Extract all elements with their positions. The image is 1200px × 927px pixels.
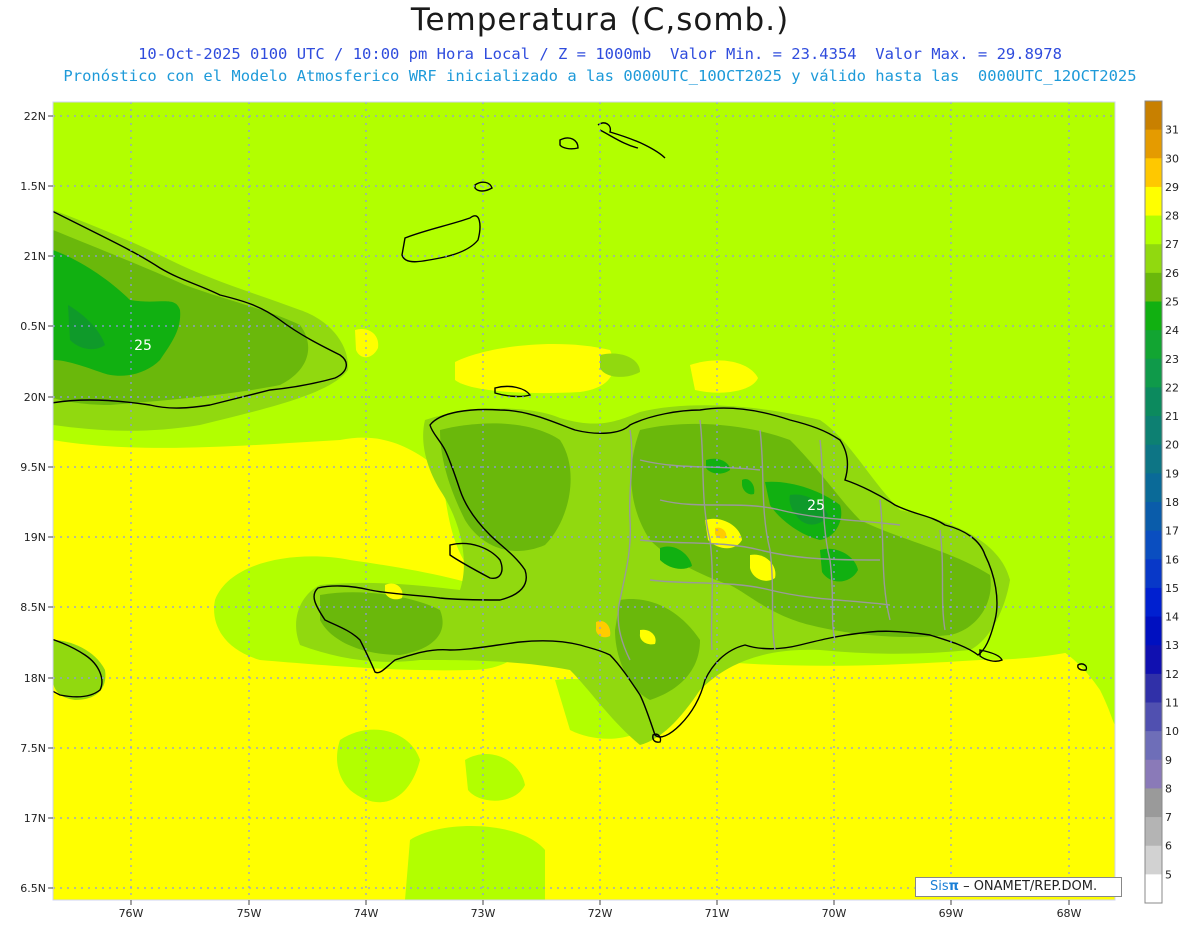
colorbar-swatch <box>1145 301 1162 331</box>
colorbar-swatch <box>1145 673 1162 703</box>
colorbar-swatch <box>1145 587 1162 618</box>
temperature-band-28 <box>405 826 545 900</box>
colorbar-label: 19 <box>1165 467 1179 480</box>
colorbar-swatch <box>1145 502 1162 532</box>
colorbar-swatch <box>1145 387 1162 417</box>
colorbar-swatch <box>1145 817 1162 847</box>
longitude-tick-label: 70W <box>822 907 847 920</box>
colorbar-swatch <box>1145 158 1162 188</box>
colorbar-label: 31 <box>1165 124 1179 137</box>
colorbar-swatch <box>1145 272 1162 302</box>
latitude-tick-label: 20N <box>24 391 46 404</box>
colorbar-label: 8 <box>1165 782 1172 795</box>
colorbar-label: 23 <box>1165 353 1179 366</box>
colorbar-label: 15 <box>1165 582 1179 595</box>
colorbar-swatch <box>1145 215 1162 245</box>
temperature-colorbar: 31 30 29 28 27 26 25 24 23 22 21 20 19 18 17 16 15 14 13 12… <box>1144 100 1179 904</box>
latitude-tick-label: 9.5N <box>20 461 46 474</box>
colorbar-swatch <box>1145 702 1162 732</box>
colorbar-label: 5 <box>1165 868 1172 881</box>
colorbar-swatch <box>1145 416 1162 446</box>
colorbar-label: 12 <box>1165 668 1179 681</box>
colorbar-label: 28 <box>1165 210 1179 223</box>
colorbar-swatch <box>1145 473 1162 503</box>
latitude-tick-label: 8.5N <box>20 601 46 614</box>
colorbar-label: 13 <box>1165 639 1179 652</box>
colorbar-swatch <box>1145 759 1162 789</box>
colorbar-swatch <box>1145 358 1162 388</box>
latitude-tick-label: 17N <box>24 812 46 825</box>
colorbar-label: 24 <box>1165 324 1179 337</box>
longitude-tick-label: 73W <box>471 907 496 920</box>
colorbar-swatch <box>1145 788 1162 818</box>
colorbar-label: 6 <box>1165 840 1172 853</box>
colorbar-swatch <box>1145 186 1162 217</box>
latitude-tick-label: 0.5N <box>20 320 46 333</box>
latitude-tick-label: 1.5N <box>20 180 46 193</box>
longitude-tick-label: 76W <box>119 907 144 920</box>
colorbar-swatch <box>1145 874 1162 904</box>
colorbar-label: 18 <box>1165 496 1179 509</box>
longitude-tick-label: 74W <box>354 907 379 920</box>
colorbar-swatch <box>1145 101 1162 131</box>
colorbar-label: 10 <box>1165 725 1179 738</box>
credit-text: – ONAMET/REP.DOM. <box>958 879 1098 894</box>
pi-symbol: π <box>948 879 959 894</box>
colorbar-swatch <box>1145 330 1162 360</box>
longitude-tick-label: 72W <box>588 907 613 920</box>
latitude-tick-label: 21N <box>24 250 46 263</box>
latitude-tick-label: 22N <box>24 110 46 123</box>
credit-box: Sisπ – ONAMET/REP.DOM. <box>915 877 1122 897</box>
colorbar-swatch <box>1145 845 1162 875</box>
contour-label: 25 <box>807 498 825 514</box>
colorbar-label: 27 <box>1165 238 1179 251</box>
colorbar-label: 17 <box>1165 525 1179 538</box>
temperature-field <box>53 102 1115 900</box>
colorbar-label: 29 <box>1165 181 1179 194</box>
longitude-tick-label: 71W <box>705 907 730 920</box>
colorbar-swatch <box>1145 616 1162 646</box>
colorbar-swatch <box>1145 731 1162 761</box>
longitude-tick-label: 69W <box>939 907 964 920</box>
colorbar-label: 25 <box>1165 296 1179 309</box>
colorbar-swatch <box>1145 244 1162 274</box>
colorbar-label: 30 <box>1165 152 1179 165</box>
colorbar-swatch <box>1145 530 1162 560</box>
temperature-map: 22N 1.5N 21N 0.5N 20N 9.5N 19N 8.5N 18N 7.5N 17N 6.… <box>20 100 1179 920</box>
colorbar-swatch <box>1145 559 1162 589</box>
colorbar-swatch <box>1145 129 1162 159</box>
latitude-tick-label: 18N <box>24 672 46 685</box>
colorbar-label: 9 <box>1165 754 1172 767</box>
colorbar-label: 11 <box>1165 697 1179 710</box>
colorbar-label: 26 <box>1165 267 1179 280</box>
colorbar-label: 7 <box>1165 811 1172 824</box>
colorbar-label: 22 <box>1165 381 1179 394</box>
latitude-tick-label: 7.5N <box>20 742 46 755</box>
latitude-axis: 22N 1.5N 21N 0.5N 20N 9.5N 19N 8.5N 18N 7.5N 17N 6.… <box>20 110 53 895</box>
latitude-tick-label: 19N <box>24 531 46 544</box>
colorbar-label: 20 <box>1165 439 1179 452</box>
brand-text: Sis <box>930 879 949 894</box>
longitude-tick-label: 75W <box>237 907 262 920</box>
colorbar-swatch <box>1145 645 1162 675</box>
colorbar-label: 21 <box>1165 410 1179 423</box>
longitude-axis: 76W 75W 74W 73W 72W 71W 70W 69W 68W <box>119 900 1082 920</box>
colorbar-swatch <box>1145 444 1162 474</box>
contour-label: 25 <box>134 338 152 354</box>
longitude-tick-label: 68W <box>1057 907 1082 920</box>
colorbar-label: 16 <box>1165 553 1179 566</box>
colorbar-label: 14 <box>1165 611 1179 624</box>
latitude-tick-label: 6.5N <box>20 882 46 895</box>
